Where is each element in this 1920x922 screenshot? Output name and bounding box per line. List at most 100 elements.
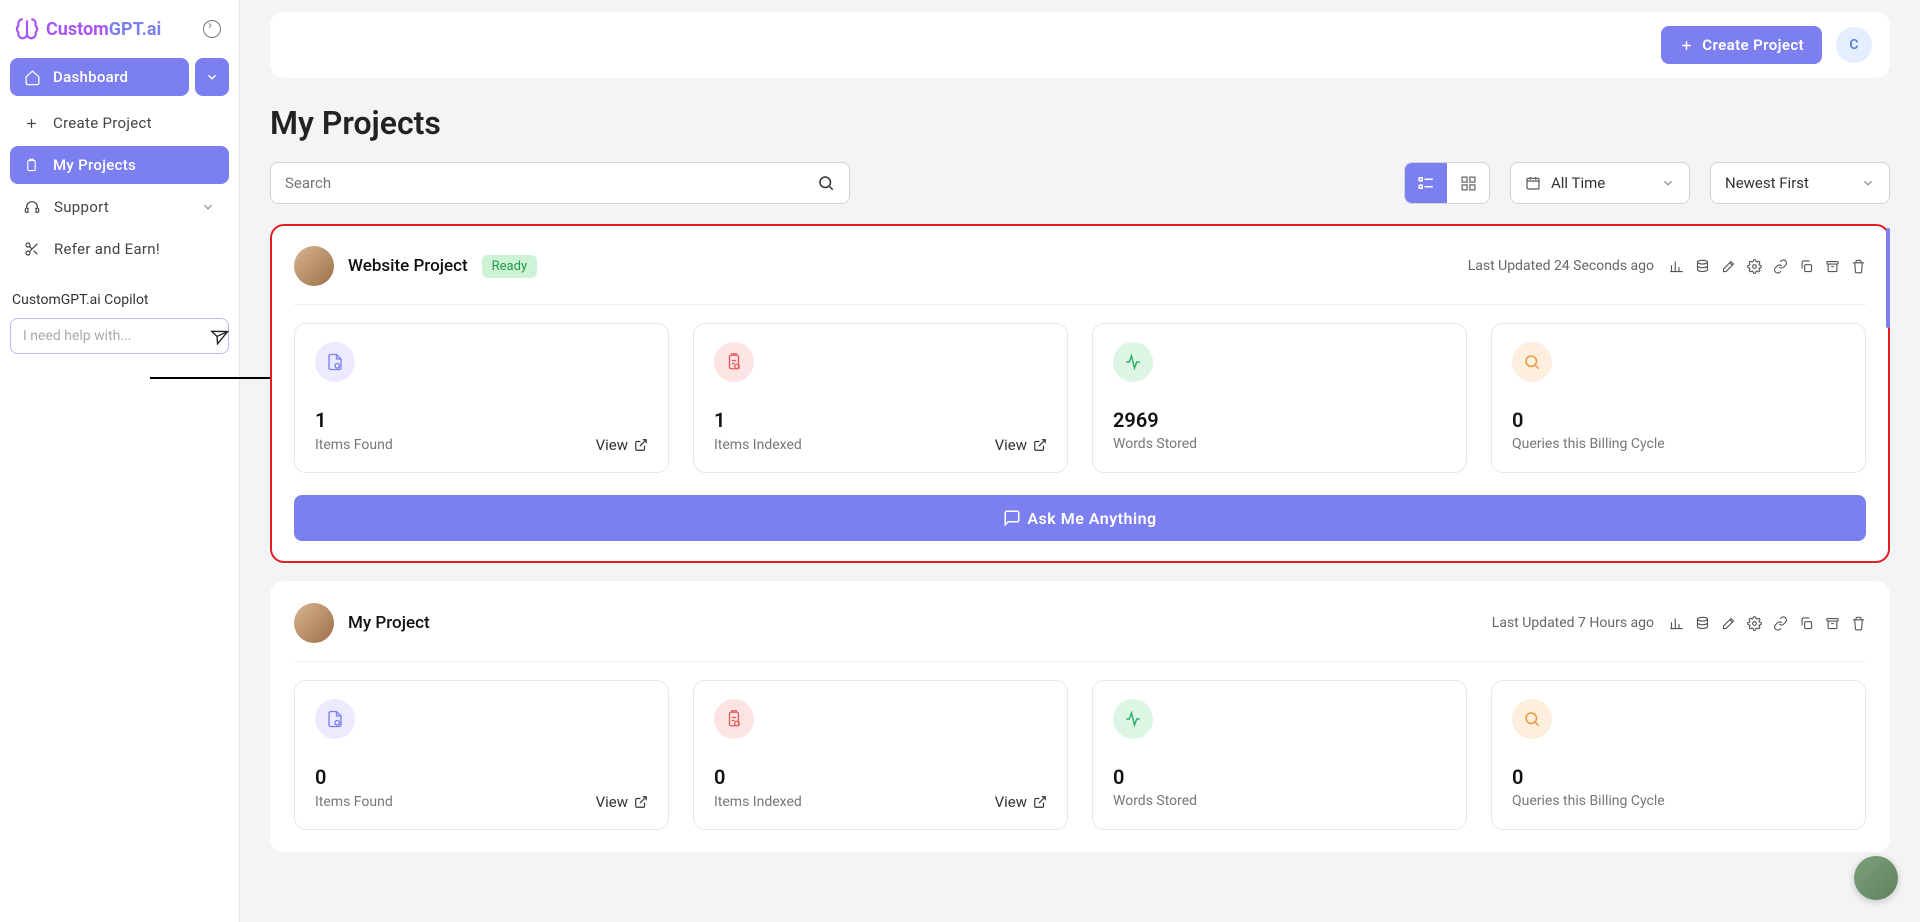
chevron-down-icon <box>1661 176 1675 190</box>
database-icon[interactable] <box>1694 615 1710 631</box>
list-icon <box>1417 174 1435 192</box>
home-icon <box>24 69 41 86</box>
stat-value: 2969 <box>1113 408 1446 432</box>
stat-label: Queries this Billing Cycle <box>1512 436 1665 452</box>
search-field[interactable] <box>270 162 850 204</box>
sidebar-item-support[interactable]: Support <box>10 188 229 226</box>
project-header: Website Project Ready Last Updated 24 Se… <box>294 246 1866 305</box>
ask-me-anything-button[interactable]: Ask Me Anything <box>294 495 1866 541</box>
project-header: My Project Last Updated 7 Hours ago <box>294 603 1866 662</box>
copilot-input-wrap[interactable] <box>10 318 229 354</box>
view-link[interactable]: View <box>995 436 1047 454</box>
sort-select[interactable]: Newest First <box>1710 162 1890 204</box>
stat-card: 0 Queries this Billing Cycle <box>1491 680 1866 830</box>
clipboard-search-icon <box>714 699 754 739</box>
stats-row: 1 Items Found View 1 Items Indexed View … <box>294 323 1866 473</box>
sidebar-item-dashboard[interactable]: Dashboard <box>10 58 189 96</box>
project-name[interactable]: Website Project <box>348 256 468 276</box>
sidebar-label-support: Support <box>54 198 109 216</box>
stat-label: Items Indexed <box>714 794 802 810</box>
sidebar-label-create: Create Project <box>53 114 152 132</box>
project-avatar[interactable] <box>294 603 334 643</box>
list-view-button[interactable] <box>1405 163 1447 203</box>
plus-icon <box>24 116 39 131</box>
database-icon[interactable] <box>1694 258 1710 274</box>
sidebar-label-refer: Refer and Earn! <box>54 240 160 258</box>
stat-value: 1 <box>315 408 648 432</box>
create-project-button[interactable]: Create Project <box>1661 26 1822 64</box>
grid-view-button[interactable] <box>1447 163 1489 203</box>
chevron-down-icon <box>1861 176 1875 190</box>
stat-card: 0 Words Stored <box>1092 680 1467 830</box>
sidebar-item-create-project[interactable]: Create Project <box>10 104 229 142</box>
brush-icon[interactable] <box>1720 615 1736 631</box>
analytics-icon[interactable] <box>1668 258 1684 274</box>
brush-icon[interactable] <box>1720 258 1736 274</box>
project-card: My Project Last Updated 7 Hours ago 0 It… <box>270 581 1890 852</box>
send-icon[interactable] <box>206 324 229 347</box>
stat-value: 0 <box>1113 765 1446 789</box>
chevron-down-icon <box>201 200 215 214</box>
copy-icon[interactable] <box>1798 615 1814 631</box>
calendar-icon <box>1525 175 1541 191</box>
clipboard-search-icon <box>714 342 754 382</box>
page-title: My Projects <box>270 104 1890 142</box>
link-icon[interactable] <box>1772 258 1788 274</box>
project-actions <box>1668 615 1866 631</box>
view-link[interactable]: View <box>596 436 648 454</box>
trash-icon[interactable] <box>1850 258 1866 274</box>
stat-card: 0 Items Found View <box>294 680 669 830</box>
sidebar-item-my-projects[interactable]: My Projects <box>10 146 229 184</box>
project-card: Website Project Ready Last Updated 24 Se… <box>270 224 1890 563</box>
status-badge: Ready <box>482 255 537 278</box>
stat-value: 0 <box>1512 408 1845 432</box>
archive-icon[interactable] <box>1824 258 1840 274</box>
chat-icon <box>1003 509 1021 527</box>
last-updated: Last Updated 24 Seconds ago <box>1468 258 1654 274</box>
copy-icon[interactable] <box>1798 258 1814 274</box>
dashboard-dropdown-button[interactable] <box>195 58 229 96</box>
project-avatar[interactable] <box>294 246 334 286</box>
copilot-input[interactable] <box>23 328 201 344</box>
clipboard-icon <box>24 158 39 173</box>
stat-value: 0 <box>714 765 1047 789</box>
brain-icon <box>14 16 40 42</box>
trash-icon[interactable] <box>1850 615 1866 631</box>
stat-label: Items Found <box>315 794 393 810</box>
archive-icon[interactable] <box>1824 615 1840 631</box>
sidebar-collapse-icon[interactable] <box>203 20 221 38</box>
gear-icon[interactable] <box>1746 258 1762 274</box>
analytics-icon[interactable] <box>1668 615 1684 631</box>
stat-value: 0 <box>1512 765 1845 789</box>
user-avatar[interactable]: C <box>1836 27 1872 63</box>
file-search-icon <box>315 342 355 382</box>
stat-card: 1 Items Indexed View <box>693 323 1068 473</box>
headphones-icon <box>24 199 40 215</box>
sidebar: CustomGPT.ai Dashboard Create Project My… <box>0 0 240 922</box>
link-icon[interactable] <box>1772 615 1788 631</box>
view-link[interactable]: View <box>995 793 1047 811</box>
time-filter-select[interactable]: All Time <box>1510 162 1690 204</box>
highlight-indicator <box>1886 228 1890 328</box>
topbar: Create Project C <box>270 12 1890 78</box>
grid-icon <box>1460 175 1477 192</box>
sidebar-label-dashboard: Dashboard <box>53 68 128 86</box>
gear-icon[interactable] <box>1746 615 1762 631</box>
activity-icon <box>1113 342 1153 382</box>
search-input[interactable] <box>285 174 817 192</box>
stat-label: Queries this Billing Cycle <box>1512 793 1665 809</box>
chevron-down-icon <box>205 70 219 84</box>
project-name[interactable]: My Project <box>348 613 430 633</box>
stat-label: Words Stored <box>1113 436 1197 452</box>
stat-card: 2969 Words Stored <box>1092 323 1467 473</box>
chat-launcher-avatar[interactable] <box>1854 856 1898 900</box>
stat-label: Words Stored <box>1113 793 1197 809</box>
search-icon <box>1512 699 1552 739</box>
view-link[interactable]: View <box>596 793 648 811</box>
logo[interactable]: CustomGPT.ai <box>14 16 161 42</box>
last-updated: Last Updated 7 Hours ago <box>1492 615 1654 631</box>
sidebar-item-refer[interactable]: Refer and Earn! <box>10 230 229 268</box>
stat-label: Items Indexed <box>714 437 802 453</box>
search-icon[interactable] <box>817 174 835 192</box>
controls-row: All Time Newest First <box>270 162 1890 204</box>
